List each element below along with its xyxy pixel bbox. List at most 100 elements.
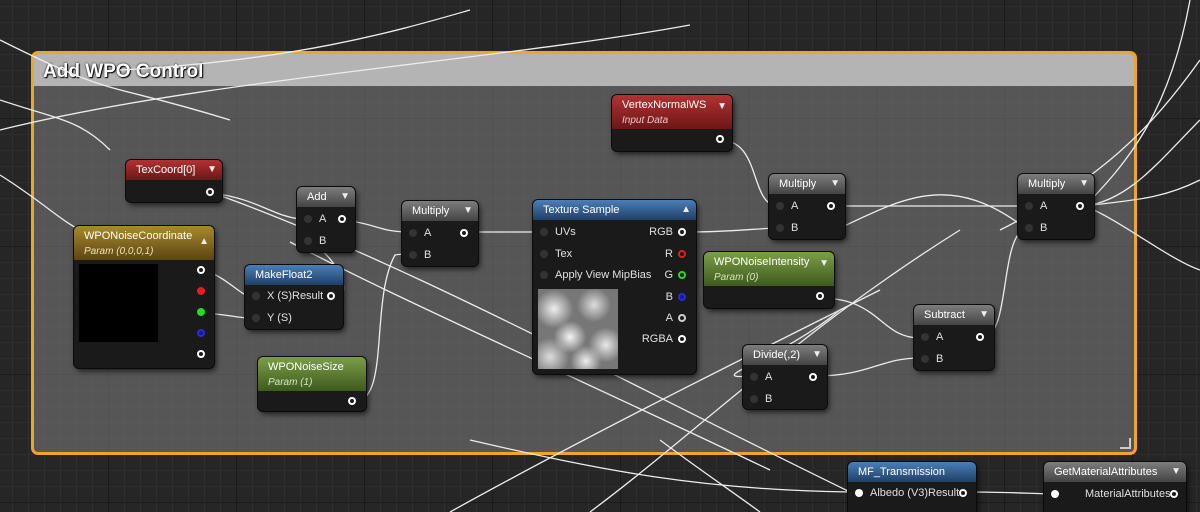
pin-label-a: A xyxy=(424,227,432,239)
chevron-down-icon[interactable]: ▼ xyxy=(340,187,350,207)
chevron-up-icon[interactable]: ▲ xyxy=(681,200,691,220)
input-pin-uvs[interactable] xyxy=(540,228,548,236)
texture-preview-image xyxy=(538,289,618,369)
node-subtitle: Input Data xyxy=(622,115,669,126)
input-pin-b[interactable] xyxy=(750,395,758,403)
input-pin-tex[interactable] xyxy=(540,250,548,258)
rgba-output-pin[interactable] xyxy=(678,335,686,343)
node-header: VertexNormalWS Input Data ▼ xyxy=(612,95,732,129)
node-header: WPONoiseSize Param (1) xyxy=(258,357,366,391)
output-pin[interactable] xyxy=(460,229,468,237)
g-output-pin[interactable] xyxy=(197,308,205,316)
output-pin[interactable] xyxy=(976,333,984,341)
make-float2-node[interactable]: MakeFloat2 X (S) Result Y (S) xyxy=(245,265,343,329)
resize-grip-icon[interactable] xyxy=(1120,438,1131,449)
node-title: Divide(,2) xyxy=(753,349,801,361)
chevron-up-icon[interactable]: ▲ xyxy=(199,232,209,252)
input-pin-b[interactable] xyxy=(1025,224,1033,232)
color-preview xyxy=(79,264,158,342)
material-graph-canvas[interactable]: Add WPO Control TexCoord[0] ▼ WPONoiseCo… xyxy=(0,0,1200,512)
divide-node[interactable]: Divide(,2) ▼ A B xyxy=(743,345,827,409)
output-label: Result xyxy=(928,487,960,499)
output-pin[interactable] xyxy=(959,489,967,497)
multiply-node-2[interactable]: Multiply ▼ A B xyxy=(769,174,845,239)
output-pin[interactable] xyxy=(809,373,817,381)
input-pin-a[interactable] xyxy=(921,333,929,341)
chevron-down-icon[interactable]: ▼ xyxy=(717,97,727,117)
input-pin-albedo[interactable] xyxy=(855,489,863,497)
output-pin[interactable] xyxy=(206,188,214,196)
wpo-noise-size-node[interactable]: WPONoiseSize Param (1) xyxy=(258,357,366,411)
node-title: WPONoiseSize xyxy=(268,361,344,373)
input-pin-a[interactable] xyxy=(304,215,312,223)
pin-label-a: A xyxy=(936,331,944,343)
chevron-down-icon[interactable]: ▼ xyxy=(979,305,989,325)
g-output-pin[interactable] xyxy=(678,271,686,279)
get-material-attributes-node[interactable]: GetMaterialAttributes ▼ MaterialAttribut… xyxy=(1044,462,1186,512)
input-pin-a[interactable] xyxy=(409,229,417,237)
rgb-output-pin[interactable] xyxy=(678,228,686,236)
texcoord-node[interactable]: TexCoord[0] ▼ xyxy=(126,160,222,202)
node-header: Subtract ▼ xyxy=(914,305,994,325)
input-pin-a[interactable] xyxy=(776,202,784,210)
chevron-down-icon[interactable]: ▼ xyxy=(1079,174,1089,194)
add-node[interactable]: Add ▼ A B xyxy=(297,187,355,252)
output-pin[interactable] xyxy=(827,202,835,210)
output-pin[interactable] xyxy=(327,292,335,300)
mf-transmission-node[interactable]: MF_Transmission Albedo (V3) Result xyxy=(848,462,976,512)
node-title: VertexNormalWS xyxy=(622,99,707,111)
vertex-normal-ws-node[interactable]: VertexNormalWS Input Data ▼ xyxy=(612,95,732,151)
chevron-down-icon[interactable]: ▼ xyxy=(830,174,840,194)
texture-sample-node[interactable]: Texture Sample ▲ UVs Tex Apply View MipB… xyxy=(533,200,696,374)
input-pin-b[interactable] xyxy=(921,355,929,363)
node-subtitle: Param (0,0,0,1) xyxy=(84,246,154,257)
input-pin-x[interactable] xyxy=(252,292,260,300)
rgba-output-pin[interactable] xyxy=(197,266,205,274)
pin-label-a: A xyxy=(319,213,327,225)
node-subtitle: Param (0) xyxy=(714,272,759,283)
node-title: Add xyxy=(307,191,327,203)
input-pin-mipbias[interactable] xyxy=(540,271,548,279)
chevron-down-icon[interactable]: ▼ xyxy=(207,160,217,180)
output-pin[interactable] xyxy=(1170,490,1178,498)
pin-label-a: A xyxy=(665,312,673,324)
output-pin[interactable] xyxy=(816,292,824,300)
chevron-down-icon[interactable]: ▼ xyxy=(1171,462,1181,482)
output-label: Result xyxy=(292,290,324,302)
input-pin-b[interactable] xyxy=(304,237,312,245)
pin-label-b: B xyxy=(1040,222,1048,234)
pin-label-a: A xyxy=(765,371,773,383)
input-pin-a[interactable] xyxy=(750,373,758,381)
wpo-noise-coordinate-node[interactable]: WPONoiseCoordinate Param (0,0,0,1) ▲ xyxy=(74,226,214,368)
wpo-noise-intensity-node[interactable]: WPONoiseIntensity Param (0) ▼ xyxy=(704,252,834,308)
chevron-down-icon[interactable]: ▼ xyxy=(812,345,822,365)
r-output-pin[interactable] xyxy=(678,250,686,258)
b-output-pin[interactable] xyxy=(678,293,686,301)
output-pin[interactable] xyxy=(348,397,356,405)
input-pin-y[interactable] xyxy=(252,314,260,322)
b-output-pin[interactable] xyxy=(197,329,205,337)
multiply-node-3[interactable]: Multiply ▼ A B xyxy=(1018,174,1094,239)
input-pin-b[interactable] xyxy=(776,224,784,232)
input-pin-b[interactable] xyxy=(409,251,417,259)
output-pin[interactable] xyxy=(716,135,724,143)
input-pin-a[interactable] xyxy=(1025,202,1033,210)
node-title: MakeFloat2 xyxy=(255,269,313,281)
comment-title[interactable]: Add WPO Control xyxy=(34,54,1134,86)
pin-label-a: A xyxy=(1040,200,1048,212)
node-title: Multiply xyxy=(412,205,450,217)
output-pin[interactable] xyxy=(1076,202,1084,210)
multiply-node-1[interactable]: Multiply ▼ A B xyxy=(402,201,478,266)
r-output-pin[interactable] xyxy=(197,287,205,295)
pin-label-uvs: UVs xyxy=(555,226,576,238)
node-title: Multiply xyxy=(779,178,817,190)
input-pin-material-attributes[interactable] xyxy=(1051,490,1059,498)
output-pin[interactable] xyxy=(338,215,346,223)
chevron-down-icon[interactable]: ▼ xyxy=(463,201,473,221)
a-output-pin[interactable] xyxy=(197,350,205,358)
chevron-down-icon[interactable]: ▼ xyxy=(819,254,829,274)
node-header: Multiply ▼ xyxy=(1018,174,1094,194)
a-output-pin[interactable] xyxy=(678,314,686,322)
subtract-node[interactable]: Subtract ▼ A B xyxy=(914,305,994,370)
pin-label-b: B xyxy=(936,353,944,365)
